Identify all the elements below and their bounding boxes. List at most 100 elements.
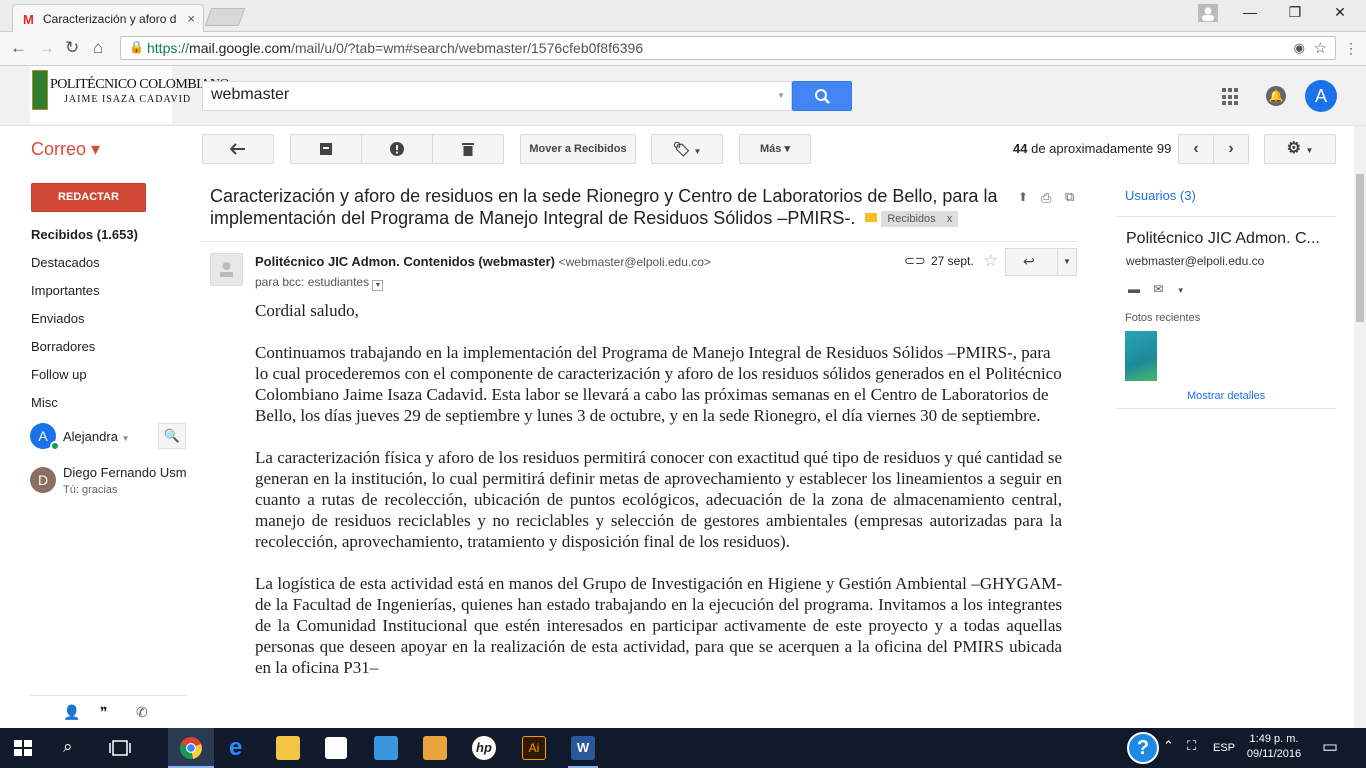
media-player-icon[interactable]	[423, 736, 447, 760]
move-to-inbox-button[interactable]: Mover a Recibidos	[520, 134, 636, 164]
scrollbar[interactable]	[1354, 126, 1366, 728]
recent-photo-thumbnail[interactable]	[1125, 331, 1157, 381]
search-people-icon[interactable]: 🔍	[158, 423, 186, 449]
hangouts-quote-icon[interactable]: ❞	[100, 704, 108, 721]
search-input[interactable]: webmaster ▼	[202, 81, 792, 111]
reload-icon[interactable]: ↻	[65, 38, 79, 58]
network-icon[interactable]: ⛶	[1187, 738, 1196, 754]
clock-time: 1:49 p. m.	[1249, 733, 1299, 745]
edge-icon[interactable]: e	[229, 734, 242, 762]
person-name[interactable]: Politécnico JIC Admon. C...	[1126, 230, 1320, 248]
hp-icon[interactable]: hp	[472, 736, 496, 760]
forward-icon[interactable]: →	[38, 38, 55, 58]
user-profile-icon[interactable]	[1188, 4, 1228, 25]
menu-dots-icon[interactable]: ⋮	[1344, 40, 1358, 57]
label-chip[interactable]: Recibidos x	[881, 211, 959, 227]
browser-tab-bar: M Caracterización y aforo d × — ❐ ✕	[0, 0, 1366, 32]
view-icon[interactable]: ◉	[1294, 40, 1305, 56]
notifications-bell-icon[interactable]: 🔔	[1266, 86, 1286, 106]
search-icon[interactable]: ⌕	[63, 737, 73, 757]
sidebar-item-important[interactable]: Importantes	[31, 283, 100, 298]
delete-button[interactable]	[432, 134, 504, 164]
action-center-icon[interactable]: ▭	[1322, 737, 1338, 757]
more-button[interactable]: Más ▾	[739, 134, 811, 164]
account-avatar[interactable]: A	[1305, 80, 1337, 112]
windows-taskbar: ⌕ e hp Ai W ? ⌃ ⛶ ESP 1:49 p. m. 09/11/2…	[0, 728, 1366, 768]
newer-button[interactable]: ‹	[1178, 134, 1214, 164]
illustrator-icon[interactable]: Ai	[522, 736, 546, 760]
sidebar-item-sent[interactable]: Enviados	[31, 311, 84, 326]
count-current: 44	[1013, 141, 1028, 156]
new-window-icon[interactable]: ⧉	[1065, 189, 1074, 205]
sidebar-item-inbox[interactable]: Recibidos (1.653)	[31, 227, 138, 242]
sidebar-item-follow-up[interactable]: Follow up	[31, 367, 87, 382]
store-icon[interactable]	[325, 737, 347, 759]
close-tab-icon[interactable]: ×	[187, 11, 195, 26]
help-icon[interactable]: ?	[1127, 732, 1159, 764]
language-indicator[interactable]: ESP	[1213, 742, 1235, 754]
sidebar-item-starred[interactable]: Destacados	[31, 255, 100, 270]
institution-logo[interactable]: POLITÉCNICO COLOMBIANO JAIME ISAZA CADAV…	[30, 66, 230, 124]
clock[interactable]: 1:49 p. m. 09/11/2016	[1244, 732, 1304, 762]
word-icon[interactable]: W	[571, 736, 595, 760]
url-field[interactable]: 🔒 https://mail.google.com/mail/u/0/?tab=…	[120, 36, 1336, 60]
person-icon[interactable]: 👤	[63, 704, 80, 721]
phone-icon[interactable]: ✆	[136, 704, 148, 721]
labels-button[interactable]: 🏷 ▼	[651, 134, 723, 164]
tab-title: Caracterización y aforo d	[43, 12, 177, 26]
search-button[interactable]	[792, 81, 852, 111]
sidebar-item-misc[interactable]: Misc	[31, 395, 58, 410]
task-view-icon[interactable]	[109, 740, 131, 756]
reply-button[interactable]: ↩ ▼	[1005, 248, 1077, 276]
compose-button[interactable]: REDACTAR	[31, 183, 146, 212]
scrollbar-thumb[interactable]	[1356, 174, 1364, 322]
people-widget-toggle[interactable]: Usuarios (3)	[1125, 188, 1196, 203]
more-actions-icon[interactable]: ▼	[1063, 257, 1071, 266]
browser-tab[interactable]: M Caracterización y aforo d ×	[12, 4, 204, 32]
chrome-icon	[180, 737, 202, 760]
chevron-down-icon: ▼	[121, 434, 130, 443]
sender-line[interactable]: Politécnico JIC Admon. Contenidos (webma…	[255, 254, 711, 269]
show-details-icon[interactable]: ▼	[372, 280, 384, 291]
back-to-list-button[interactable]	[202, 134, 274, 164]
back-icon[interactable]: ←	[10, 38, 27, 58]
older-button[interactable]: ›	[1213, 134, 1249, 164]
chevron-up-icon[interactable]: ⌃	[1163, 738, 1174, 754]
divider	[1057, 248, 1058, 276]
new-tab-button[interactable]	[204, 8, 246, 26]
chrome-taskbar-button[interactable]	[168, 728, 214, 768]
archive-button[interactable]	[290, 134, 362, 164]
hangouts-contact[interactable]: D Diego Fernando Usm Tú: gracias	[30, 465, 190, 499]
print-icon[interactable]: ⎙	[1041, 190, 1051, 206]
expand-all-icon[interactable]: ⬆	[1018, 190, 1028, 204]
search-options-icon[interactable]: ▼	[777, 91, 785, 100]
chevron-down-icon[interactable]: ▼	[1177, 286, 1185, 295]
sidebar-item-drafts[interactable]: Borradores	[31, 339, 95, 354]
show-details-link[interactable]: Mostrar detalles	[1187, 390, 1265, 402]
email-icon[interactable]: ✉	[1153, 282, 1163, 296]
report-spam-button[interactable]	[361, 134, 433, 164]
chevron-left-icon: ‹	[1193, 140, 1199, 157]
correo-menu[interactable]: Correo ▾	[31, 139, 100, 160]
search-value: webmaster	[211, 86, 290, 103]
app-rocket-icon[interactable]	[374, 736, 398, 760]
minimize-icon[interactable]: —	[1230, 4, 1270, 20]
file-explorer-icon[interactable]	[276, 736, 300, 760]
message-count: 44 de aproximadamente 99	[1013, 141, 1171, 156]
windows-start-icon[interactable]	[14, 740, 32, 756]
chevron-down-icon: ▼	[693, 147, 702, 156]
importance-marker-icon[interactable]	[865, 213, 878, 222]
remove-label-icon[interactable]: x	[947, 213, 953, 225]
message-icon[interactable]: ▬	[1128, 282, 1140, 296]
bookmark-star-icon[interactable]: ☆	[1314, 39, 1327, 57]
recipients-text: para bcc: estudiantes	[255, 275, 370, 289]
recent-photos-label: Fotos recientes	[1125, 312, 1201, 324]
star-icon[interactable]: ☆	[983, 251, 998, 271]
settings-button[interactable]: ⚙ ▼	[1264, 134, 1336, 164]
home-icon[interactable]: ⌂	[93, 38, 103, 58]
close-window-icon[interactable]: ✕	[1320, 4, 1360, 21]
lock-icon: 🔒	[129, 40, 144, 54]
restore-icon[interactable]: ❐	[1275, 4, 1315, 21]
hangouts-self-name[interactable]: Alejandra ▼	[63, 429, 129, 444]
apps-grid-icon[interactable]	[1222, 88, 1240, 106]
